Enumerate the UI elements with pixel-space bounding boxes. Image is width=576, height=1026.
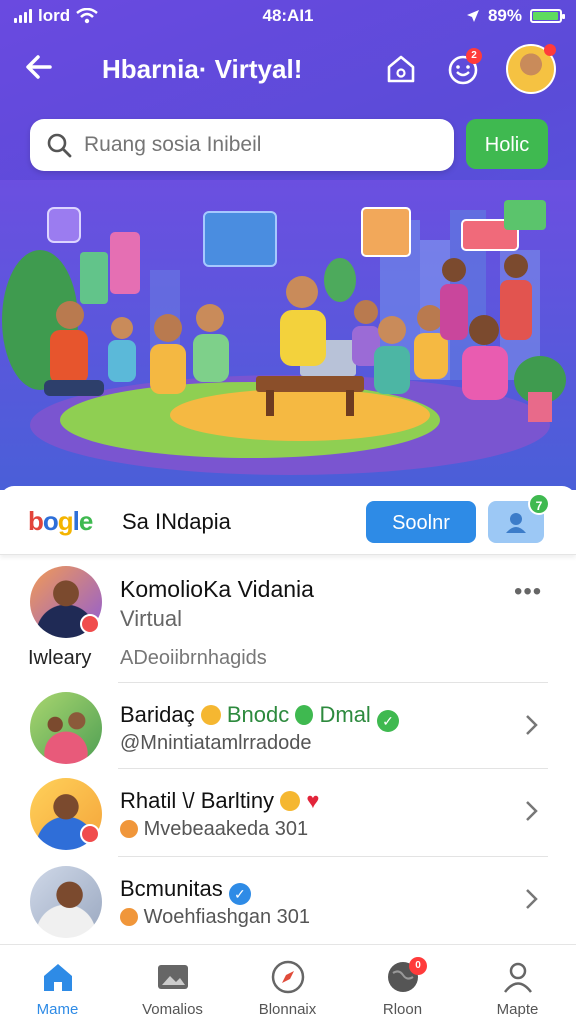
smile-emoji-icon: [200, 705, 221, 725]
verified-icon: ✓: [228, 883, 251, 905]
more-options-icon[interactable]: •••: [514, 578, 542, 606]
tab-label: Blonnaix: [258, 1001, 317, 1018]
tab-globe[interactable]: 0 Rloon: [345, 945, 460, 1025]
list-item-subtitle: Woehfiashgan 301: [120, 906, 310, 929]
list-item-avatar: [30, 866, 102, 938]
brand-logo: bogle: [28, 506, 94, 537]
search-bar[interactable]: [30, 119, 454, 171]
chevron-right-icon[interactable]: [524, 798, 540, 831]
verified-icon: ✓: [376, 710, 399, 732]
list-item-title: Bcmunitas ✓: [120, 876, 251, 905]
profile-name: KomolioKa Vidania: [120, 576, 314, 602]
divider: [118, 856, 548, 857]
notification-badge: 2: [466, 48, 482, 64]
bottom-tab-bar: Mame Vomalios Blonnaix 0 Rloon Mapte: [0, 944, 576, 1025]
notifications-icon[interactable]: 2: [446, 48, 482, 86]
tab-home[interactable]: Mame: [0, 945, 115, 1025]
tab-media[interactable]: Vomalios: [115, 945, 230, 1025]
logo-letter: o: [42, 506, 59, 536]
list-item[interactable]: Baridaç Bnodc Dmal ✓ @Mnintiatamlrradode: [0, 688, 576, 774]
chevron-right-icon[interactable]: [524, 712, 540, 745]
tab-profile[interactable]: Mapte: [460, 945, 575, 1025]
emoji-icon: [120, 820, 138, 838]
brand-name: Sa INdapia: [122, 509, 231, 534]
top-bar: Hbarnia· Virtyal! 2: [0, 44, 576, 96]
battery-icon: [530, 9, 565, 23]
battery-fill: [533, 12, 558, 20]
back-arrow-icon[interactable]: [24, 52, 54, 89]
compass-icon: [271, 960, 305, 994]
avatar-status-badge: [80, 824, 100, 844]
list-item-title: Rhatil \/ Barltiny ♥: [120, 788, 320, 813]
profile-avatar[interactable]: [30, 566, 102, 638]
secondary-action-button[interactable]: 7: [488, 493, 550, 543]
status-bar: lord 48:AI1 89%: [0, 0, 576, 34]
tab-label: Vomalios: [142, 1001, 203, 1018]
battery-percent: 89%: [487, 6, 522, 25]
search-input[interactable]: [82, 132, 426, 158]
brand-row: bogle Sa INdapia Soolnr 7: [0, 488, 576, 555]
logo-letter: g: [57, 506, 74, 536]
tab-explore[interactable]: Blonnaix: [230, 945, 345, 1025]
list-item[interactable]: Bcmunitas ✓ Woehfiashgan 301: [0, 862, 576, 948]
location-arrow-icon: [466, 10, 479, 22]
profile-description: ADeoiibrnhagids: [120, 647, 267, 669]
user-avatar[interactable]: [506, 44, 556, 94]
list-item[interactable]: Rhatil \/ Barltiny ♥ Mvebeaakeda 301: [0, 774, 576, 860]
emoji-icon: [120, 908, 138, 926]
logo-letter: b: [28, 506, 44, 536]
list-item-avatar: [30, 692, 102, 764]
status-right: 89%: [466, 6, 565, 26]
logo-letter: e: [78, 506, 94, 536]
tab-label: Rloon: [382, 1001, 423, 1018]
home-icon: [44, 964, 72, 991]
smile-emoji-icon: [280, 791, 301, 811]
primary-action-button[interactable]: Soolnr: [366, 501, 476, 543]
profile-left-label: Iwleary: [28, 647, 92, 669]
profile-card[interactable]: KomolioKa Vidania Virtual Iwleary ADeoii…: [0, 560, 576, 680]
app-title: Hbarnia· Virtyal!: [102, 54, 303, 84]
divider: [118, 682, 548, 683]
home-outline-icon[interactable]: [384, 52, 418, 86]
list-item-subtitle: @Mnintiatamlrradode: [120, 732, 312, 754]
tab-badge: 0: [409, 957, 427, 975]
community-illustration: [0, 180, 576, 490]
list-item-title: Baridaç Bnodc Dmal ✓: [120, 702, 399, 732]
heart-icon: ♥: [306, 788, 320, 813]
profile-status-badge: [80, 614, 100, 634]
list-item-avatar: [30, 778, 102, 850]
profile-subtitle: Virtual: [120, 606, 182, 631]
green-leaf-icon: [295, 705, 314, 725]
chevron-right-icon[interactable]: [524, 886, 540, 919]
tab-label: Mame: [36, 1001, 79, 1018]
list-item-subtitle: Mvebeaakeda 301: [120, 818, 308, 841]
divider: [118, 768, 548, 769]
search-icon: [47, 133, 72, 158]
tab-label: Mapte: [496, 1001, 539, 1018]
image-icon: [158, 965, 188, 989]
person-icon: [504, 962, 532, 993]
secondary-badge: 7: [528, 493, 550, 515]
app-header: lord 48:AI1 89% Hbarnia· Virtyal! 2 Holi…: [0, 0, 576, 490]
search-button[interactable]: Holic: [466, 119, 548, 169]
avatar-status-dot: [544, 44, 556, 56]
